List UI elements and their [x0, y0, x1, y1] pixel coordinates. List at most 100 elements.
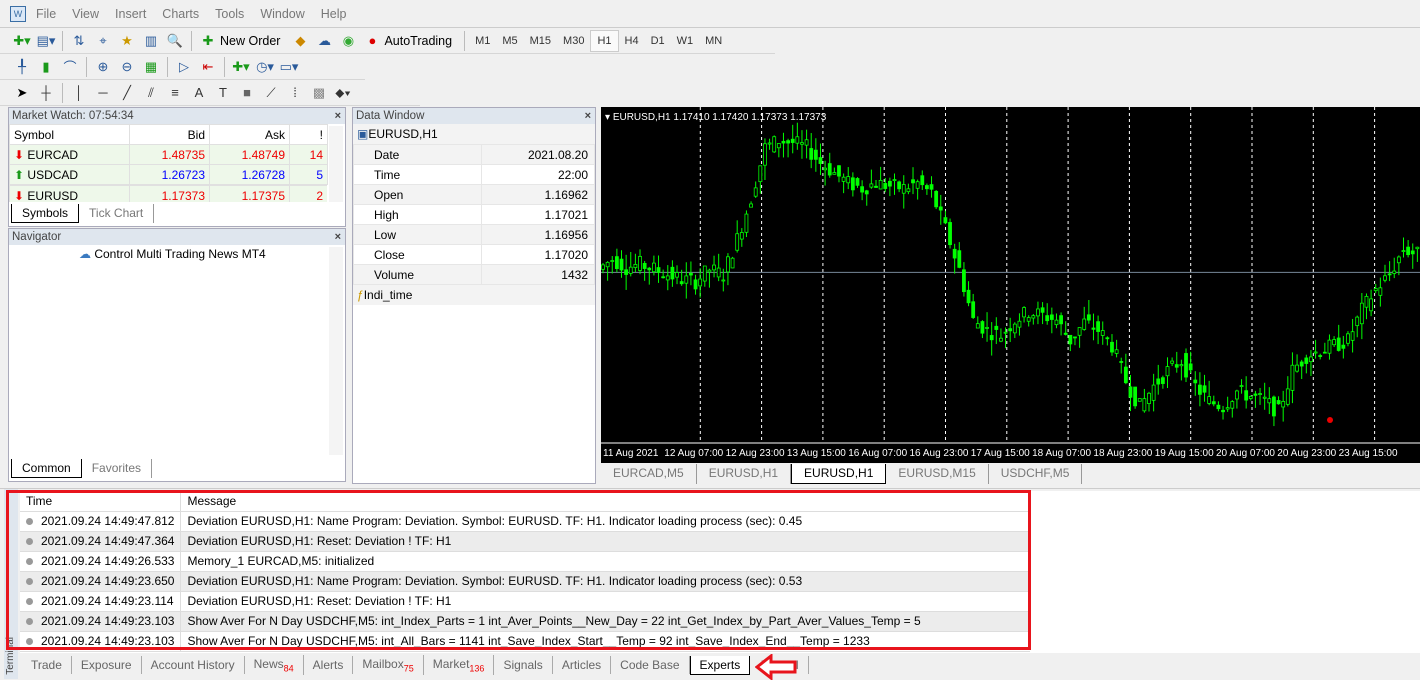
terminal-tab[interactable]: Trade	[22, 656, 72, 675]
line-chart-icon[interactable]: ⌒	[60, 57, 80, 77]
chart-shift-icon[interactable]: ⇤	[198, 57, 218, 77]
menu-tools[interactable]: Tools	[215, 7, 244, 21]
terminal-tab[interactable]: Code Base	[611, 656, 690, 675]
chart-tab[interactable]: EURCAD,M5	[601, 464, 697, 484]
data-window-icon[interactable]: ⌖	[93, 31, 113, 51]
menu-charts[interactable]: Charts	[162, 7, 199, 21]
menu-window[interactable]: Window	[260, 7, 304, 21]
tf-mn[interactable]: MN	[699, 35, 728, 47]
table-row[interactable]: ⬇ EURCAD 1.48735 1.48749 14	[9, 144, 328, 165]
chart-window[interactable]: 11 Aug 2021 12 Aug 07:00 12 Aug 23:00 13 Au…	[601, 107, 1420, 463]
templates-icon[interactable]: ▭▾	[279, 57, 299, 77]
tf-h1[interactable]: H1	[590, 29, 619, 52]
tile-windows-icon[interactable]: ▦	[141, 57, 161, 77]
tab-favorites[interactable]: Favorites	[82, 459, 153, 478]
cursor-icon[interactable]: ➤	[12, 83, 32, 103]
autotrading-button[interactable]: AutoTrading	[384, 34, 452, 48]
autoscroll-icon[interactable]: ▷	[174, 57, 194, 77]
menu-help[interactable]: Help	[321, 7, 347, 21]
signals-icon[interactable]: ◉	[338, 31, 358, 51]
chart-tab[interactable]: EURUSD,M15	[886, 464, 989, 484]
col-ask[interactable]: Ask	[209, 124, 290, 145]
bar-chart-icon[interactable]: ╀	[12, 57, 32, 77]
terminal-tab[interactable]: Mailbox75	[353, 655, 424, 676]
arrows-icon[interactable]: ⬥▾	[333, 83, 353, 103]
tf-m15[interactable]: M15	[524, 35, 557, 47]
table-row[interactable]: ⬇ EURUSD 1.17373 1.17375 2	[9, 185, 327, 202]
terminal-tab[interactable]: Articles	[553, 656, 612, 675]
scrollbar[interactable]	[329, 126, 343, 202]
candle	[1253, 390, 1258, 408]
zoom-out-icon[interactable]: ⊖	[117, 57, 137, 77]
close-icon[interactable]: ×	[335, 108, 341, 124]
grid-icon[interactable]: ▩	[309, 83, 329, 103]
fibo-timezones-icon[interactable]: ⁞	[285, 83, 305, 103]
periods-icon[interactable]: ◷▾	[255, 57, 275, 77]
candle	[1304, 354, 1309, 374]
market-watch-icon[interactable]: ⇅	[69, 31, 89, 51]
terminal-tab[interactable]: News84	[245, 655, 304, 676]
crosshair-icon[interactable]: ┼	[36, 83, 56, 103]
menu-file[interactable]: File	[36, 7, 56, 21]
col-symbol[interactable]: Symbol	[9, 124, 130, 145]
tf-d1[interactable]: D1	[645, 35, 671, 47]
trendline-icon[interactable]: ╱	[117, 83, 137, 103]
table-row[interactable]: ⬆ USDCAD 1.26723 1.26728 5	[9, 164, 328, 185]
tab-tick-chart[interactable]: Tick Chart	[79, 204, 155, 223]
terminal-tab[interactable]: Exposure	[72, 656, 142, 675]
tab-symbols[interactable]: Symbols	[11, 204, 80, 223]
navigator-item[interactable]: ☁ Control Multi Trading News MT4	[9, 245, 345, 261]
close-icon[interactable]: ×	[585, 108, 591, 124]
strategy-tester-icon[interactable]: 🔍	[165, 31, 185, 51]
metaeditor-icon[interactable]: ◆	[290, 31, 310, 51]
menu-view[interactable]: View	[72, 7, 99, 21]
chart-tab[interactable]: EURUSD,H1	[791, 464, 887, 484]
candle	[897, 180, 902, 193]
navigator-icon[interactable]: ★	[117, 31, 137, 51]
tf-m5[interactable]: M5	[496, 35, 523, 47]
indicators-icon[interactable]: ✚▾	[231, 57, 251, 77]
new-chart-icon[interactable]: ✚▾	[12, 31, 32, 51]
terminal-icon[interactable]: ▥	[141, 31, 161, 51]
new-order-icon[interactable]: ✚	[198, 31, 218, 51]
tf-m30[interactable]: M30	[557, 35, 590, 47]
candle	[1244, 376, 1249, 409]
text-label-icon[interactable]: T	[213, 83, 233, 103]
rectangle-icon[interactable]: ■	[237, 83, 257, 103]
data-row: Low 1.16956	[353, 224, 595, 245]
price-chart[interactable]: 11 Aug 2021 12 Aug 07:00 12 Aug 23:00 13 Au…	[601, 107, 1420, 463]
tab-common[interactable]: Common	[11, 459, 82, 478]
close-icon[interactable]: ×	[335, 229, 341, 245]
menu-insert[interactable]: Insert	[115, 7, 146, 21]
tf-m1[interactable]: M1	[469, 35, 496, 47]
terminal-tab[interactable]: Signals	[494, 656, 553, 675]
tf-h4[interactable]: H4	[619, 35, 645, 47]
col-bid[interactable]: Bid	[129, 124, 210, 145]
terminal-tab[interactable]: Experts	[689, 655, 751, 675]
terminal-tab[interactable]: Market136	[424, 655, 495, 676]
profiles-icon[interactable]: ▤▾	[36, 31, 56, 51]
zoom-in-icon[interactable]: ⊕	[93, 57, 113, 77]
x-tick-label: 16 Aug 07:00	[848, 448, 907, 459]
candle	[1151, 373, 1156, 412]
horizontal-line-icon[interactable]: ─	[93, 83, 113, 103]
candlestick-icon[interactable]: ▮	[36, 57, 56, 77]
text-icon[interactable]: A	[189, 83, 209, 103]
tf-w1[interactable]: W1	[671, 35, 700, 47]
terminal-tab[interactable]: Alerts	[304, 656, 354, 675]
autotrading-icon[interactable]: ●	[362, 31, 382, 51]
chart-tab[interactable]: EURUSD,H1	[697, 464, 792, 484]
chart-tab[interactable]: USDCHF,M5	[989, 464, 1083, 484]
gann-line-icon[interactable]: ⟋	[261, 83, 281, 103]
candle	[994, 317, 999, 345]
scrollbar[interactable]	[329, 247, 343, 455]
vps-icon[interactable]: ☁	[314, 31, 334, 51]
new-order-button[interactable]: New Order	[220, 34, 280, 48]
candle	[1160, 375, 1165, 389]
terminal-tab[interactable]: Account History	[142, 656, 245, 675]
equidistant-channel-icon[interactable]: ⫽	[141, 83, 161, 103]
col-spread[interactable]: !	[289, 124, 328, 145]
vertical-line-icon[interactable]: │	[69, 83, 89, 103]
candle	[1359, 293, 1364, 340]
fibonacci-icon[interactable]: ≡	[165, 83, 185, 103]
